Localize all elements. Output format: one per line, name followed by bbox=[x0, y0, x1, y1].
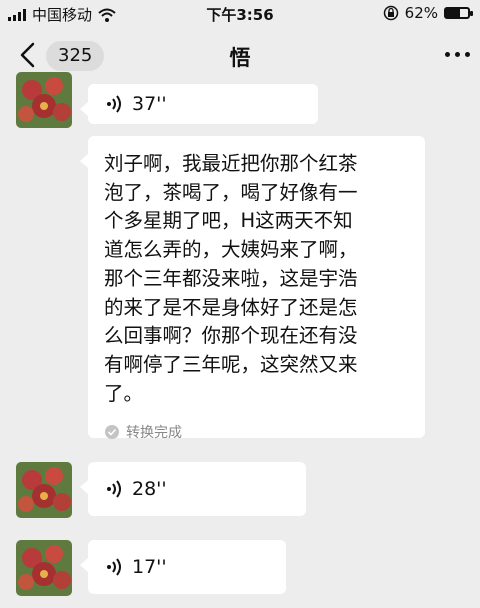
transcript-line: 刘子啊，我最近把你那个红茶 bbox=[104, 152, 358, 175]
transcript-line: 道怎么弄的，大姨妈来了啊， bbox=[104, 238, 358, 262]
transcript-bubble[interactable]: 刘子啊，我最近把你那个红茶 泡了，茶喝了，喝了好像有一 个多星期了吧，H这两天不… bbox=[80, 136, 425, 441]
voice-wave-icon bbox=[107, 480, 121, 498]
battery-fill bbox=[446, 9, 460, 17]
battery-percent: 62% bbox=[404, 4, 438, 22]
nav-bar: 325 悟 bbox=[0, 28, 480, 84]
voice-message-bubble[interactable]: 17'' bbox=[80, 540, 286, 594]
voice-wave-icon bbox=[107, 95, 121, 113]
voice-duration: 28'' bbox=[132, 478, 167, 500]
voice-duration: 17'' bbox=[132, 556, 167, 578]
more-options-icon[interactable] bbox=[445, 52, 470, 57]
transcript-line: 那个三年都没来啦，这是宇浩 bbox=[104, 266, 358, 290]
voice-message-bubble[interactable]: 37'' bbox=[80, 84, 318, 124]
status-right: 62% bbox=[383, 4, 473, 22]
check-circle-icon bbox=[105, 425, 119, 440]
transcript-line: 么回事啊？你那个现在还有没 bbox=[104, 324, 358, 348]
battery-icon bbox=[444, 7, 473, 19]
rotation-lock-icon bbox=[383, 5, 398, 21]
flower-avatar-icon bbox=[16, 462, 72, 518]
transcript-line: 个多星期了吧，H这两天不知 bbox=[104, 209, 353, 233]
flower-avatar-icon bbox=[16, 540, 72, 596]
transcript-line: 泡了，茶喝了，喝了好像有一 bbox=[104, 180, 358, 204]
conversion-status: 转换完成 bbox=[88, 422, 425, 442]
transcript-text: 刘子啊，我最近把你那个红茶 泡了，茶喝了，喝了好像有一 个多星期了吧，H这两天不… bbox=[88, 136, 425, 408]
transcript-line: 有啊停了三年呢，这突然又来 bbox=[104, 352, 358, 376]
status-bar: 中国移动 下午3:56 62% bbox=[0, 0, 480, 28]
avatar[interactable] bbox=[16, 462, 72, 518]
transcript-line: 的来了是不是身体好了还是怎 bbox=[104, 295, 358, 319]
avatar[interactable] bbox=[16, 540, 72, 596]
voice-wave-icon bbox=[107, 558, 121, 576]
flower-avatar-icon bbox=[16, 72, 72, 128]
voice-message-bubble[interactable]: 28'' bbox=[80, 462, 306, 516]
voice-duration: 37'' bbox=[132, 93, 167, 115]
chat-title: 悟 bbox=[229, 46, 251, 70]
avatar[interactable] bbox=[16, 72, 72, 128]
conversion-status-label: 转换完成 bbox=[126, 425, 182, 442]
transcript-line: 了。 bbox=[104, 381, 144, 405]
